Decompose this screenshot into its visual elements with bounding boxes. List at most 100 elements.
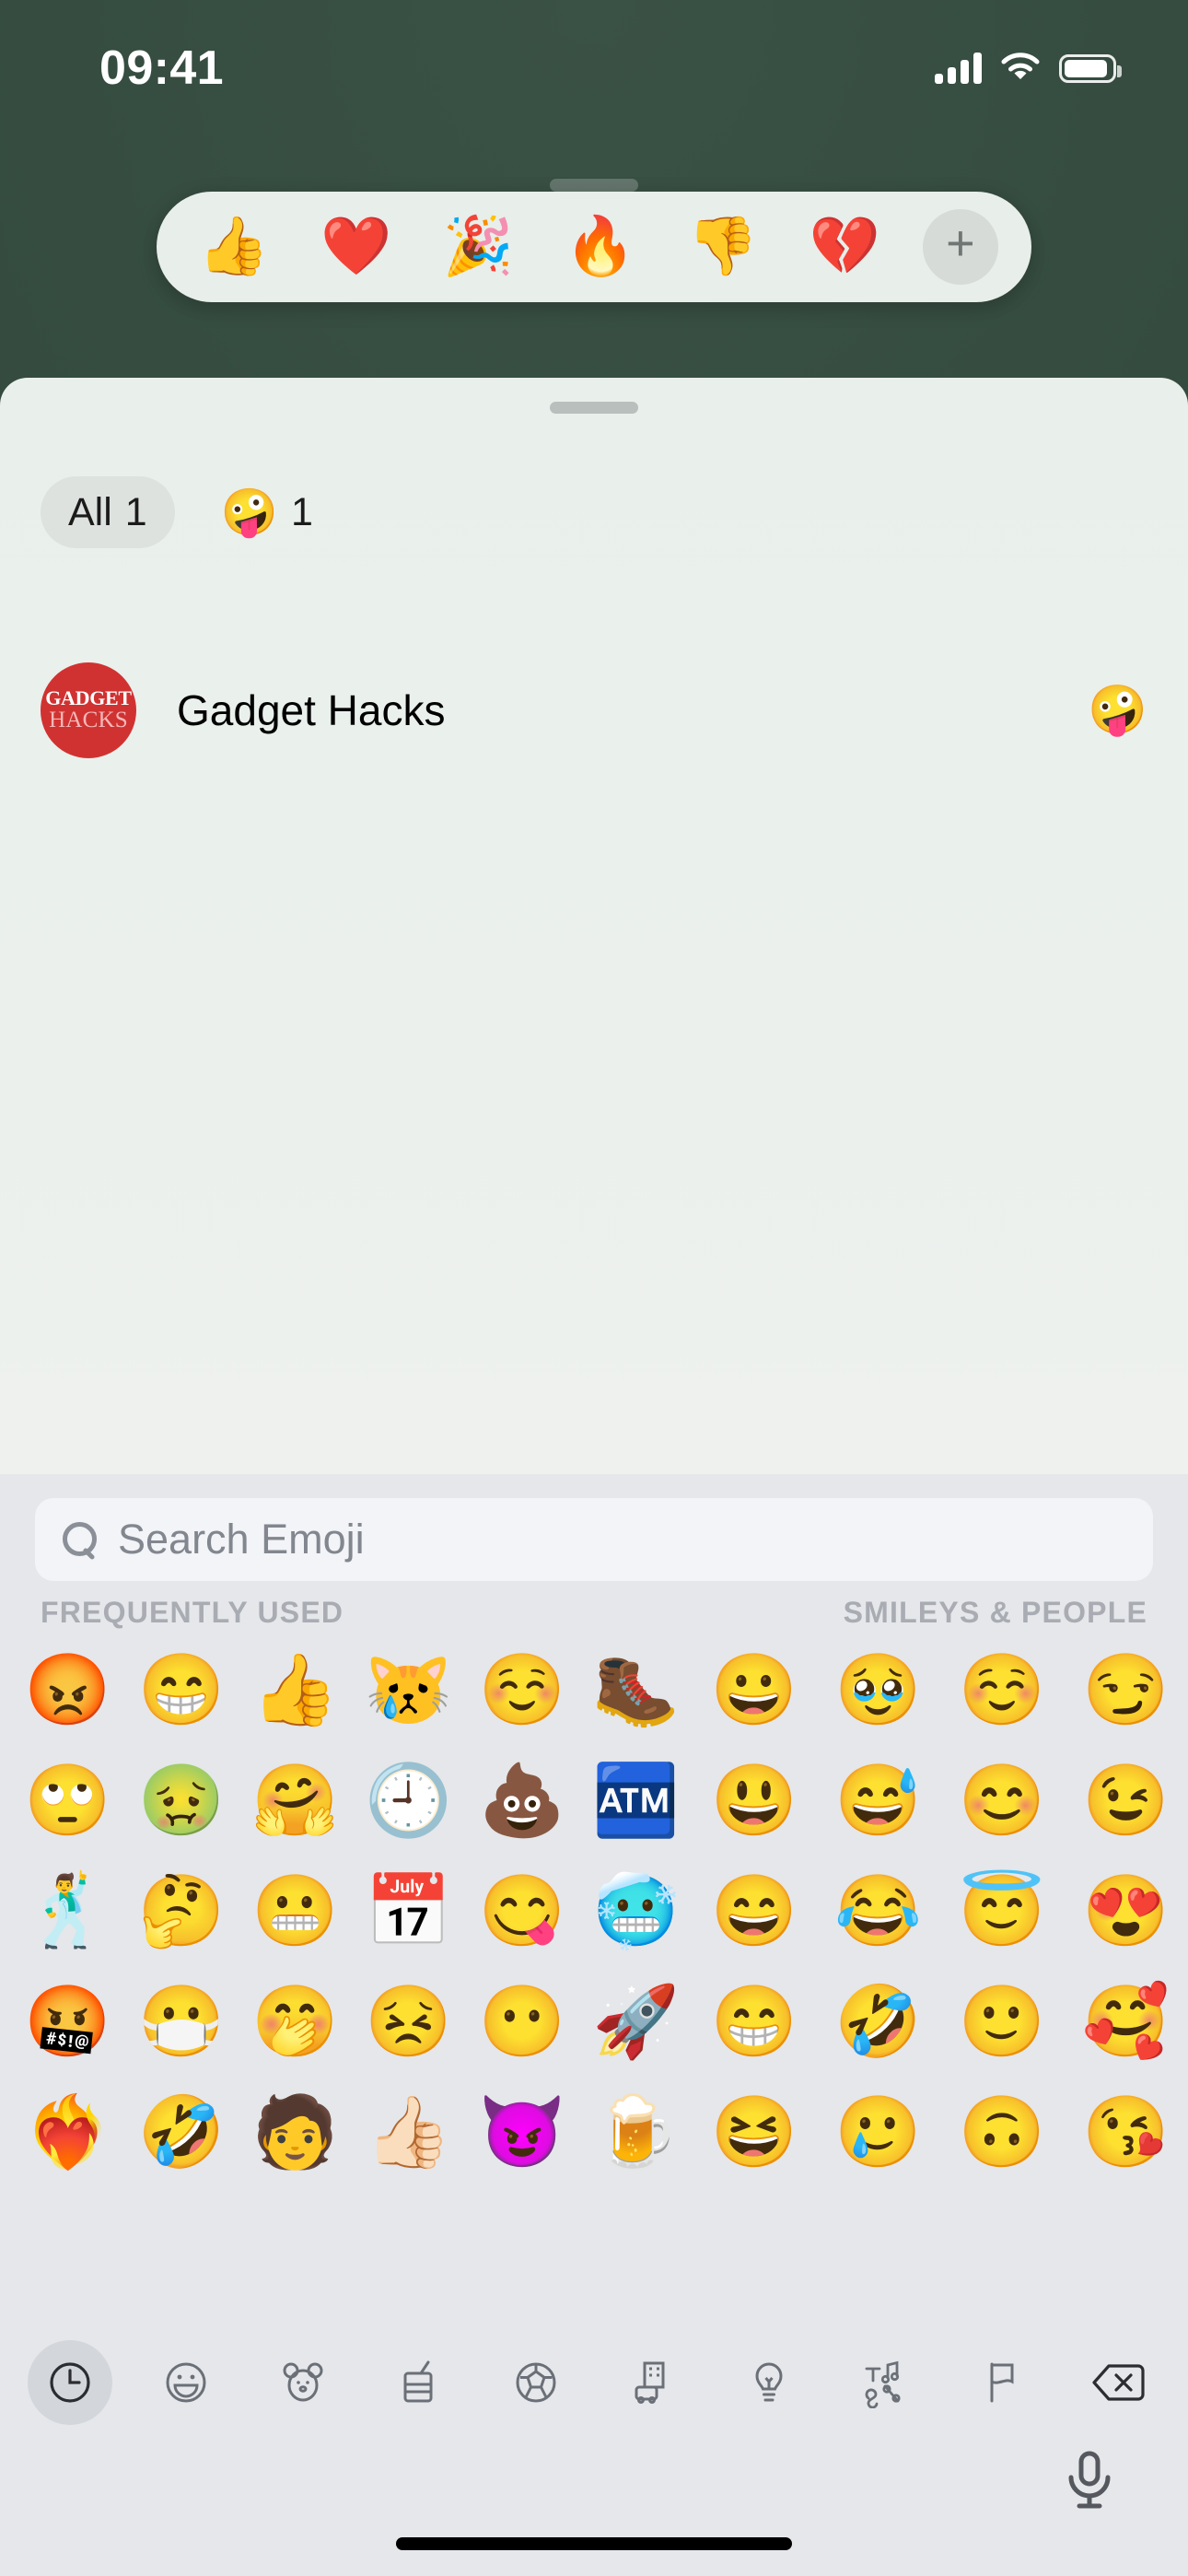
emoji-cell-smiley-14[interactable]: 🙂 bbox=[940, 1967, 1065, 2078]
emoji-cell-frequent-2[interactable]: 👍 bbox=[239, 1635, 352, 1746]
emoji-cell-frequent-8[interactable]: 🤗 bbox=[239, 1746, 352, 1856]
emoji-cell-smiley-2[interactable]: ☺️ bbox=[940, 1635, 1065, 1746]
status-bar: 09:41 bbox=[0, 0, 1188, 111]
list-item[interactable]: GADGET HACKS Gadget Hacks 🤪 bbox=[0, 656, 1188, 765]
reaction-filter-row: All 1 🤪 1 bbox=[41, 476, 328, 548]
emoji-cell-smiley-5[interactable]: 😅 bbox=[817, 1746, 941, 1856]
emoji-cell-frequent-15[interactable]: 📅 bbox=[352, 1856, 465, 1967]
filter-all-label: All bbox=[68, 489, 112, 534]
tapback-reaction-bar[interactable]: 👍 ❤️ 🎉 🔥 👎 💔 + bbox=[157, 192, 1031, 302]
tapback-fire-icon[interactable]: 🔥 bbox=[556, 218, 645, 275]
emoji-cell-frequent-27[interactable]: 👍🏻 bbox=[352, 2078, 465, 2188]
category-activity-button[interactable] bbox=[494, 2340, 578, 2425]
emoji-cell-frequent-24[interactable]: ❤️‍🔥 bbox=[11, 2078, 124, 2188]
emoji-cell-smiley-16[interactable]: 😆 bbox=[693, 2078, 817, 2188]
clock-icon bbox=[44, 2357, 96, 2408]
emoji-category-bar[interactable] bbox=[0, 2327, 1188, 2438]
emoji-cell-frequent-17[interactable]: 🥶 bbox=[579, 1856, 693, 1967]
emoji-cell-smiley-3[interactable]: 😏 bbox=[1065, 1635, 1188, 1746]
emoji-cell-smiley-9[interactable]: 😂 bbox=[817, 1856, 941, 1967]
emoji-cell-frequent-7[interactable]: 🤢 bbox=[124, 1746, 238, 1856]
category-animals-button[interactable] bbox=[261, 2340, 345, 2425]
avatar-bottom-text: HACKS bbox=[49, 707, 128, 732]
emoji-cell-smiley-0[interactable]: 😀 bbox=[693, 1635, 817, 1746]
emoji-cell-smiley-11[interactable]: 😍 bbox=[1065, 1856, 1188, 1967]
emoji-cell-frequent-22[interactable]: 😶 bbox=[465, 1967, 578, 2078]
emoji-cell-frequent-5[interactable]: 🥾 bbox=[579, 1635, 693, 1746]
emoji-cell-frequent-14[interactable]: 😬 bbox=[239, 1856, 352, 1967]
smiley-icon bbox=[160, 2357, 212, 2408]
tapback-grabber[interactable] bbox=[550, 179, 638, 192]
emoji-cell-frequent-11[interactable]: 🏧 bbox=[579, 1746, 693, 1856]
tapback-thumbs-down-icon[interactable]: 👎 bbox=[679, 218, 767, 275]
emoji-cell-smiley-7[interactable]: 😉 bbox=[1065, 1746, 1188, 1856]
reactor-name: Gadget Hacks bbox=[177, 686, 446, 734]
emoji-cell-frequent-28[interactable]: 😈 bbox=[465, 2078, 578, 2188]
emoji-grid-smileys-and-people[interactable]: 😀 🥹 ☺️ 😏 😃 😅 😊 😉 😄 😂 😇 😍 😁 🤣 🙂 🥰 😆 🥲 🙃 😘 bbox=[693, 1635, 1188, 2188]
sheet-grabber[interactable] bbox=[550, 402, 638, 414]
emoji-cell-frequent-23[interactable]: 🚀 bbox=[579, 1967, 693, 2078]
tapback-thumbs-up-icon[interactable]: 👍 bbox=[190, 218, 278, 275]
emoji-cell-frequent-0[interactable]: 😡 bbox=[11, 1635, 124, 1746]
category-symbols-button[interactable] bbox=[843, 2340, 927, 2425]
category-food-button[interactable] bbox=[377, 2340, 461, 2425]
category-objects-button[interactable] bbox=[727, 2340, 811, 2425]
emoji-grid-frequently-used[interactable]: 😡 😁 👍 😿 ☺️ 🥾 🙄 🤢 🤗 🕘 💩 🏧 🕺 🤔 😬 📅 😋 🥶 🤬 😷 🤭 😣 😶 🚀 ❤️‍🔥 🤣 🧑 👍🏻 😈 🍺 bbox=[0, 1635, 693, 2188]
emoji-cell-frequent-26[interactable]: 🧑 bbox=[239, 2078, 352, 2188]
emoji-cell-smiley-6[interactable]: 😊 bbox=[940, 1746, 1065, 1856]
emoji-cell-smiley-12[interactable]: 😁 bbox=[693, 1967, 817, 2078]
emoji-cell-smiley-17[interactable]: 🥲 bbox=[817, 2078, 941, 2188]
emoji-cell-frequent-10[interactable]: 💩 bbox=[465, 1746, 578, 1856]
microphone-button[interactable] bbox=[1057, 2447, 1122, 2519]
emoji-cell-smiley-13[interactable]: 🤣 bbox=[817, 1967, 941, 2078]
emoji-keyboard: Search Emoji FREQUENTLY USED SMILEYS & P… bbox=[0, 1474, 1188, 2576]
reactor-reaction-icon: 🤪 bbox=[1088, 684, 1147, 737]
add-reaction-plus-button[interactable]: + bbox=[922, 209, 998, 285]
emoji-cell-frequent-4[interactable]: ☺️ bbox=[465, 1635, 578, 1746]
category-smileys-button[interactable] bbox=[144, 2340, 228, 2425]
category-flags-button[interactable] bbox=[960, 2340, 1044, 2425]
microphone-icon bbox=[1063, 2449, 1116, 2518]
emoji-cell-frequent-20[interactable]: 🤭 bbox=[239, 1967, 352, 2078]
emoji-cell-frequent-25[interactable]: 🤣 bbox=[124, 2078, 238, 2188]
tapback-party-popper-icon[interactable]: 🎉 bbox=[434, 218, 522, 275]
symbols-icon bbox=[859, 2357, 911, 2408]
emoji-cell-smiley-8[interactable]: 😄 bbox=[693, 1856, 817, 1967]
emoji-cell-smiley-15[interactable]: 🥰 bbox=[1065, 1967, 1188, 2078]
emoji-cell-frequent-6[interactable]: 🙄 bbox=[11, 1746, 124, 1856]
status-bar-clock: 09:41 bbox=[99, 41, 224, 95]
animal-icon bbox=[277, 2357, 329, 2408]
filter-chip-all[interactable]: All 1 bbox=[41, 476, 175, 548]
emoji-cell-frequent-3[interactable]: 😿 bbox=[352, 1635, 465, 1746]
home-indicator bbox=[396, 2537, 792, 2550]
emoji-cell-smiley-19[interactable]: 😘 bbox=[1065, 2078, 1188, 2188]
search-placeholder: Search Emoji bbox=[118, 1516, 365, 1563]
delete-backspace-button[interactable] bbox=[1076, 2340, 1160, 2425]
emoji-cell-frequent-16[interactable]: 😋 bbox=[465, 1856, 578, 1967]
tapback-red-heart-icon[interactable]: ❤️ bbox=[312, 218, 401, 275]
filter-chip-zany-face[interactable]: 🤪 1 bbox=[206, 476, 328, 548]
emoji-cell-frequent-29[interactable]: 🍺 bbox=[579, 2078, 693, 2188]
filter-all-count: 1 bbox=[124, 489, 147, 534]
keyboard-bottom-row bbox=[0, 2438, 1188, 2576]
search-input[interactable]: Search Emoji bbox=[35, 1498, 1153, 1581]
emoji-cell-smiley-18[interactable]: 🙃 bbox=[940, 2078, 1065, 2188]
category-recents-button[interactable] bbox=[28, 2340, 112, 2425]
avatar-top-text: GADGET bbox=[45, 685, 132, 709]
flag-icon bbox=[976, 2357, 1028, 2408]
travel-building-icon bbox=[626, 2357, 678, 2408]
emoji-grid-area[interactable]: FREQUENTLY USED SMILEYS & PEOPLE 😡 😁 👍 😿 ☺️ 🥾… bbox=[0, 1581, 1188, 2327]
emoji-cell-frequent-19[interactable]: 😷 bbox=[124, 1967, 238, 2078]
emoji-cell-smiley-10[interactable]: 😇 bbox=[940, 1856, 1065, 1967]
emoji-cell-frequent-12[interactable]: 🕺 bbox=[11, 1856, 124, 1967]
emoji-cell-smiley-1[interactable]: 🥹 bbox=[817, 1635, 941, 1746]
emoji-cell-frequent-13[interactable]: 🤔 bbox=[124, 1856, 238, 1967]
emoji-cell-frequent-1[interactable]: 😁 bbox=[124, 1635, 238, 1746]
emoji-cell-frequent-18[interactable]: 🤬 bbox=[11, 1967, 124, 2078]
backspace-icon bbox=[1089, 2357, 1147, 2408]
emoji-cell-frequent-9[interactable]: 🕘 bbox=[352, 1746, 465, 1856]
tapback-broken-heart-icon[interactable]: 💔 bbox=[800, 218, 889, 275]
category-travel-button[interactable] bbox=[610, 2340, 694, 2425]
emoji-cell-smiley-4[interactable]: 😃 bbox=[693, 1746, 817, 1856]
emoji-cell-frequent-21[interactable]: 😣 bbox=[352, 1967, 465, 2078]
